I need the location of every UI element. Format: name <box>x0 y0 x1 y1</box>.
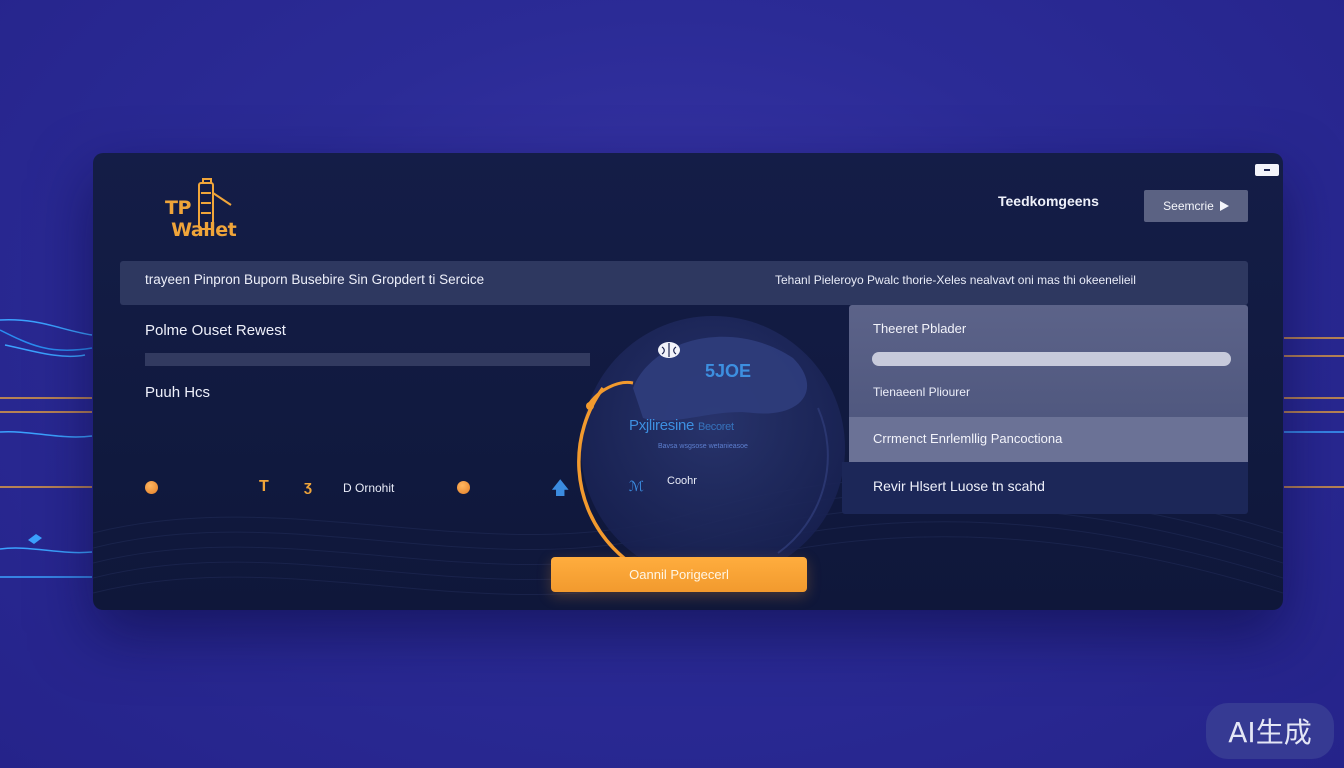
section-subtitle: Puuh Hcs <box>145 384 211 401</box>
header-action-label: Seemcrie <box>1163 199 1214 213</box>
logo-text: TP Wallet <box>165 197 237 241</box>
header-label: Teedkomgeens <box>998 193 1099 209</box>
settings-title: Theeret Pblader <box>873 321 967 336</box>
settings-card: Theeret Pblader Tienaeenl Pliourer <box>849 305 1248 417</box>
option-item-selected[interactable]: Crrmenct Enrlemllig Pancoctiona <box>849 417 1248 462</box>
option-item-label: Crrmenct Enrlemllig Pancoctiona <box>873 431 1063 446</box>
primary-action-label: Oannil Porigecerl <box>629 567 729 582</box>
ai-generated-badge: AI生成 <box>1206 703 1334 759</box>
banner-right-text: Tehanl Pieleroyo Pwalc thorie-Xeles neal… <box>775 273 1136 287</box>
play-icon <box>1219 201 1229 211</box>
logo: TP Wallet <box>165 177 237 241</box>
settings-subtitle: Tienaeenl Pliourer <box>873 385 970 399</box>
brain-icon <box>658 342 680 358</box>
option-item[interactable]: Revir Hlsert Luose tn scahd <box>842 462 1248 514</box>
banner-left-text: trayeen Pinpron Buporn Busebire Sin Grop… <box>145 272 485 287</box>
token-s-icon[interactable]: ʒ <box>304 478 312 495</box>
section-progress-bar <box>145 353 590 366</box>
token-t-icon[interactable]: T <box>259 478 269 496</box>
orb-label: Coohr <box>667 475 697 487</box>
orb-title-suffix: Becoret <box>697 421 734 433</box>
row-label: D Ornohit <box>343 481 395 495</box>
window-minimize-icon[interactable] <box>1255 164 1279 176</box>
coin-icon-secondary[interactable] <box>457 481 470 494</box>
ai-generated-label: AI生成 <box>1228 716 1312 749</box>
main-panel: TP Wallet Teedkomgeens Seemcrie trayeen … <box>93 153 1283 610</box>
section-title: Polme Ouset Rewest <box>145 322 286 339</box>
coin-icon[interactable] <box>145 481 158 494</box>
orb-title-main: Pxjliresine <box>629 417 695 434</box>
settings-slider[interactable] <box>872 352 1231 366</box>
orb-title: Pxjliresine Becoret <box>629 417 734 434</box>
orb-caption: Bavsa wsgsose wetanieasoe <box>658 443 748 450</box>
primary-action-button[interactable]: Oannil Porigecerl <box>551 557 807 592</box>
option-item-label-secondary: Revir Hlsert Luose tn scahd <box>873 478 1045 494</box>
orb-tag: 5JOE <box>705 361 752 381</box>
sparkle-icon: ℳ <box>629 478 644 494</box>
header-action-button[interactable]: Seemcrie <box>1144 190 1248 222</box>
